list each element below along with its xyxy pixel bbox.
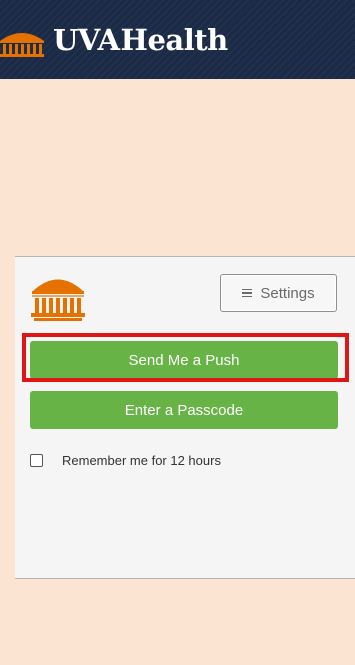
remember-me-row[interactable]: Remember me for 12 hours — [30, 453, 221, 468]
push-highlight-outline — [22, 333, 349, 382]
brand-wordmark: UVAHealth — [53, 20, 228, 60]
settings-label: Settings — [260, 284, 315, 302]
rotunda-logo-icon — [31, 279, 85, 321]
brand-suffix: Health — [120, 23, 229, 57]
auth-card: Settings Send Me a Push Enter a Passcode… — [15, 256, 355, 579]
remember-me-label: Remember me for 12 hours — [62, 453, 221, 468]
rotunda-icon — [0, 33, 44, 57]
remember-me-checkbox[interactable] — [30, 454, 43, 467]
menu-icon — [242, 288, 253, 298]
brand-header: UVAHealth — [0, 0, 355, 79]
enter-passcode-button[interactable]: Enter a Passcode — [30, 391, 338, 429]
settings-button[interactable]: Settings — [220, 274, 337, 312]
brand-prefix: UVA — [53, 23, 120, 57]
